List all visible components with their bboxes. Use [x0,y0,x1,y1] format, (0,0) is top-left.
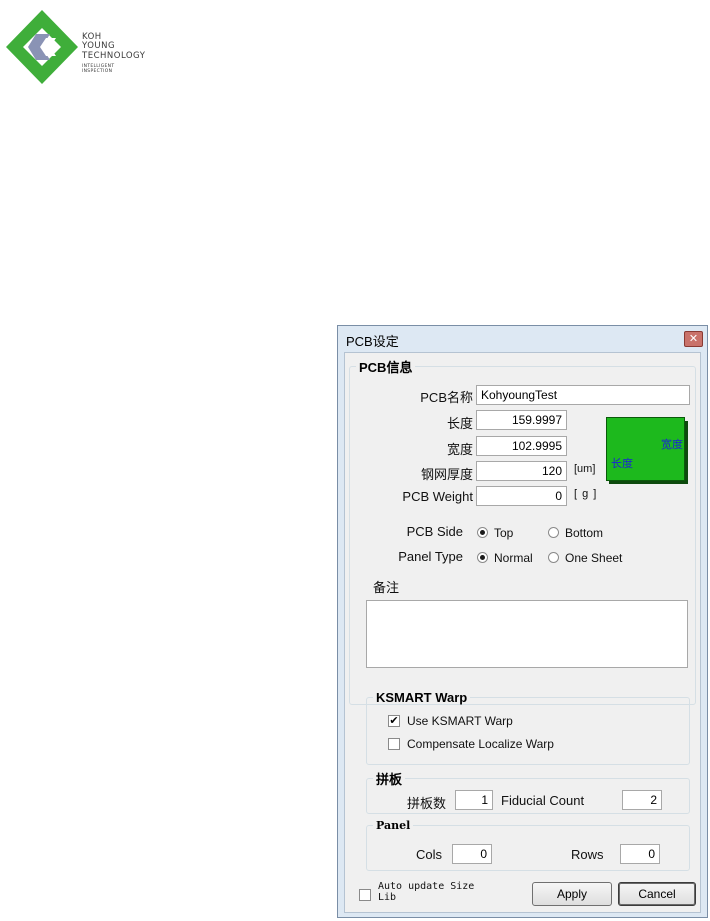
remark-textarea[interactable] [366,600,688,668]
dialog-title: PCB设定 [346,334,399,349]
pcb-info-legend: PCB信息 [359,360,413,375]
ksmart-warp-legend: KSMART Warp [376,690,468,705]
logo-text-technology: TECHNOLOGY [82,51,146,61]
pcb-weight-label: PCB Weight [402,489,473,504]
panel-type-onesheet-label[interactable]: One Sheet [565,551,622,565]
stencil-thickness-label: 钢网厚度 [420,467,473,482]
pcb-name-label: PCB名称 [420,390,473,405]
stencil-thickness-input[interactable]: 120 [476,461,567,481]
pcb-side-label: PCB Side [406,524,463,539]
logo-diamond-icon [6,10,78,84]
width-label: 宽度 [446,442,473,457]
apply-button[interactable]: Apply [532,882,612,906]
width-input[interactable]: 102.9995 [476,436,567,456]
pcb-weight-input[interactable]: 0 [476,486,567,506]
check-icon: ✔ [389,715,399,727]
fiducial-count-label: Fiducial Count [501,793,585,808]
pcb-preview: 宽度 长度 [606,417,685,481]
preview-length-label: 长度 [611,458,633,470]
preview-width-label: 宽度 [661,439,683,451]
compensate-localize-warp-label[interactable]: Compensate Localize Warp [407,737,554,751]
side-top-label[interactable]: Top [494,526,513,540]
panel-type-label: Panel Type [398,549,463,564]
side-bottom-label[interactable]: Bottom [565,526,603,540]
dialog-titlebar[interactable]: PCB设定 ✕ [338,326,707,352]
panelize-count-label: 拼板数 [407,796,447,811]
side-bottom-radio[interactable] [548,527,559,538]
stencil-unit-label: [um] [574,463,596,475]
close-button[interactable]: ✕ [684,331,703,347]
panel-legend: Panel [376,819,411,832]
panelize-legend: 拼板 [376,772,403,787]
remark-label: 备注 [373,580,400,595]
length-label: 长度 [446,416,473,431]
rows-label: Rows [571,847,604,862]
panel-type-normal-label[interactable]: Normal [494,551,533,565]
side-top-radio[interactable] [477,527,488,538]
cols-input[interactable]: 0 [452,844,492,864]
cancel-button[interactable]: Cancel [618,882,696,906]
panel-type-normal-radio[interactable] [477,552,488,563]
auto-update-size-lib-label[interactable]: Auto update Size Lib [378,881,492,903]
weight-unit-label: [ g ] [574,488,598,500]
pcb-name-input[interactable]: KohyoungTest [476,385,690,405]
length-input[interactable]: 159.9997 [476,410,567,430]
compensate-localize-warp-checkbox[interactable] [388,738,400,750]
koh-young-logo: KOH YOUNG TECHNOLOGY INTELLIGENT INSPECT… [6,8,176,90]
use-ksmart-warp-checkbox[interactable]: ✔ [388,715,400,727]
logo-text-inspection: INSPECTION [82,69,113,74]
panel-type-onesheet-radio[interactable] [548,552,559,563]
pcb-settings-dialog: PCB设定 ✕ PCB信息 PCB名称 KohyoungTest 长度 159.… [337,325,708,918]
panelize-count-input[interactable]: 1 [455,790,493,810]
fiducial-count-input[interactable]: 2 [622,790,662,810]
use-ksmart-warp-label[interactable]: Use KSMART Warp [407,714,513,728]
rows-input[interactable]: 0 [620,844,660,864]
close-icon: ✕ [688,333,699,345]
cols-label: Cols [416,847,443,862]
logo-text-young: YOUNG [82,41,116,51]
auto-update-size-lib-checkbox[interactable] [359,889,371,901]
dialog-client-area: PCB信息 PCB名称 KohyoungTest 长度 159.9997 宽度 … [344,352,701,913]
